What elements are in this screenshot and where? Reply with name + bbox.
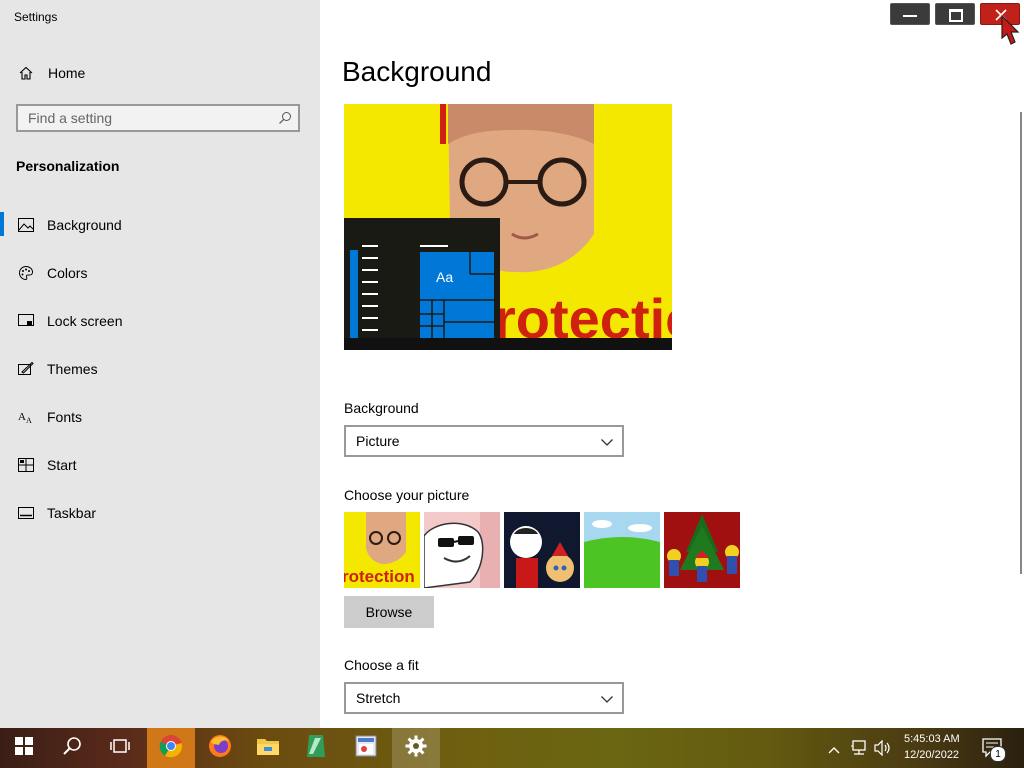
app-title: Settings <box>14 10 58 24</box>
nav-home-label: Home <box>48 65 86 81</box>
nav-start[interactable]: Start <box>0 445 320 485</box>
taskbar: 5:45:03 AM 12/20/2022 1 <box>0 728 1024 768</box>
nav-colors-label: Colors <box>47 265 88 281</box>
taskbar-settings[interactable] <box>392 728 440 768</box>
section-title: Personalization <box>16 158 120 174</box>
taskbar-paint[interactable] <box>342 728 390 768</box>
picture-thumbnail[interactable] <box>664 512 740 588</box>
chrome-icon <box>159 734 183 763</box>
nav-background-label: Background <box>47 217 122 233</box>
maximize-icon <box>949 9 963 22</box>
palette-icon <box>17 264 35 282</box>
svg-text:A: A <box>18 411 26 423</box>
search-input[interactable] <box>28 110 268 126</box>
browse-button[interactable]: Browse <box>344 596 434 628</box>
page-title: Background <box>342 56 492 87</box>
nav-fonts[interactable]: AA Fonts <box>0 397 320 437</box>
nav-taskbar-label: Taskbar <box>47 505 97 521</box>
settings-icon <box>405 735 427 762</box>
fit-dropdown-value: Stretch <box>356 690 401 706</box>
picture-icon <box>17 216 35 234</box>
thumb-wallpaper-text: rotection <box>344 567 415 586</box>
search-icon <box>62 736 82 761</box>
network-icon[interactable] <box>850 740 868 761</box>
taskbar-app[interactable] <box>292 728 340 768</box>
clock-time[interactable]: 5:45:03 AM <box>904 733 960 745</box>
background-dropdown-value: Picture <box>356 433 400 449</box>
chevron-down-icon <box>600 692 614 706</box>
start-icon <box>14 736 34 761</box>
picture-thumbnail[interactable] <box>504 512 580 588</box>
chevron-up-icon[interactable] <box>828 742 840 760</box>
background-dropdown[interactable]: Picture <box>344 425 624 457</box>
sidebar: Settings Home Personalization Background… <box>0 0 320 728</box>
taskbar-chrome[interactable] <box>147 728 195 768</box>
nav-background[interactable]: Background <box>0 205 320 245</box>
home-icon <box>17 64 35 82</box>
minimize-icon <box>903 15 917 17</box>
nav-colors[interactable]: Colors <box>0 253 320 293</box>
firefox-icon <box>208 734 232 763</box>
picture-thumbnail[interactable]: rotection <box>344 512 420 588</box>
maximize-button[interactable] <box>935 3 975 25</box>
cursor-icon <box>998 14 1024 53</box>
volume-icon[interactable] <box>874 739 892 761</box>
fit-dropdown[interactable]: Stretch <box>344 682 624 714</box>
task-view-icon <box>110 737 130 760</box>
chevron-down-icon <box>600 435 614 449</box>
nav-lock-screen[interactable]: Lock screen <box>0 301 320 341</box>
taskbar-search-button[interactable] <box>48 728 96 768</box>
scrollbar[interactable] <box>1020 112 1022 574</box>
svg-text:A: A <box>26 416 32 424</box>
nav-themes-label: Themes <box>47 361 98 377</box>
preview-image: rotection Aa <box>344 104 672 350</box>
nav-lock-screen-label: Lock screen <box>47 313 123 329</box>
lock-screen-icon <box>17 312 35 330</box>
picture-thumbnail[interactable] <box>584 512 660 588</box>
choose-fit-label: Choose a fit <box>344 657 419 673</box>
background-label: Background <box>344 400 419 416</box>
main-content: Background rotection <box>320 0 1024 728</box>
nav-fonts-label: Fonts <box>47 409 83 425</box>
file-explorer-icon <box>256 736 280 761</box>
clock-date[interactable]: 12/20/2022 <box>904 749 959 761</box>
app-icon <box>305 734 327 763</box>
taskbar-icon <box>17 504 35 522</box>
picture-thumbnail[interactable] <box>424 512 500 588</box>
paint-icon <box>355 735 377 762</box>
fonts-icon: AA <box>17 408 35 426</box>
nav-home[interactable]: Home <box>0 53 320 93</box>
preview-sample-text: Aa <box>436 269 453 285</box>
search-box[interactable] <box>16 104 300 132</box>
notification-badge: 1 <box>990 746 1006 762</box>
choose-picture-label: Choose your picture <box>344 487 470 503</box>
start-icon <box>17 456 35 474</box>
background-preview: rotection Aa <box>344 104 672 350</box>
minimize-button[interactable] <box>890 3 930 25</box>
nav-start-label: Start <box>47 457 77 473</box>
nav-themes[interactable]: Themes <box>0 349 320 389</box>
start-button[interactable] <box>0 728 48 768</box>
search-icon[interactable] <box>278 111 292 125</box>
task-view-button[interactable] <box>96 728 144 768</box>
taskbar-file-explorer[interactable] <box>244 728 292 768</box>
taskbar-firefox[interactable] <box>196 728 244 768</box>
themes-icon <box>17 360 35 378</box>
notification-count: 1 <box>995 748 1001 760</box>
nav-taskbar[interactable]: Taskbar <box>0 493 320 533</box>
